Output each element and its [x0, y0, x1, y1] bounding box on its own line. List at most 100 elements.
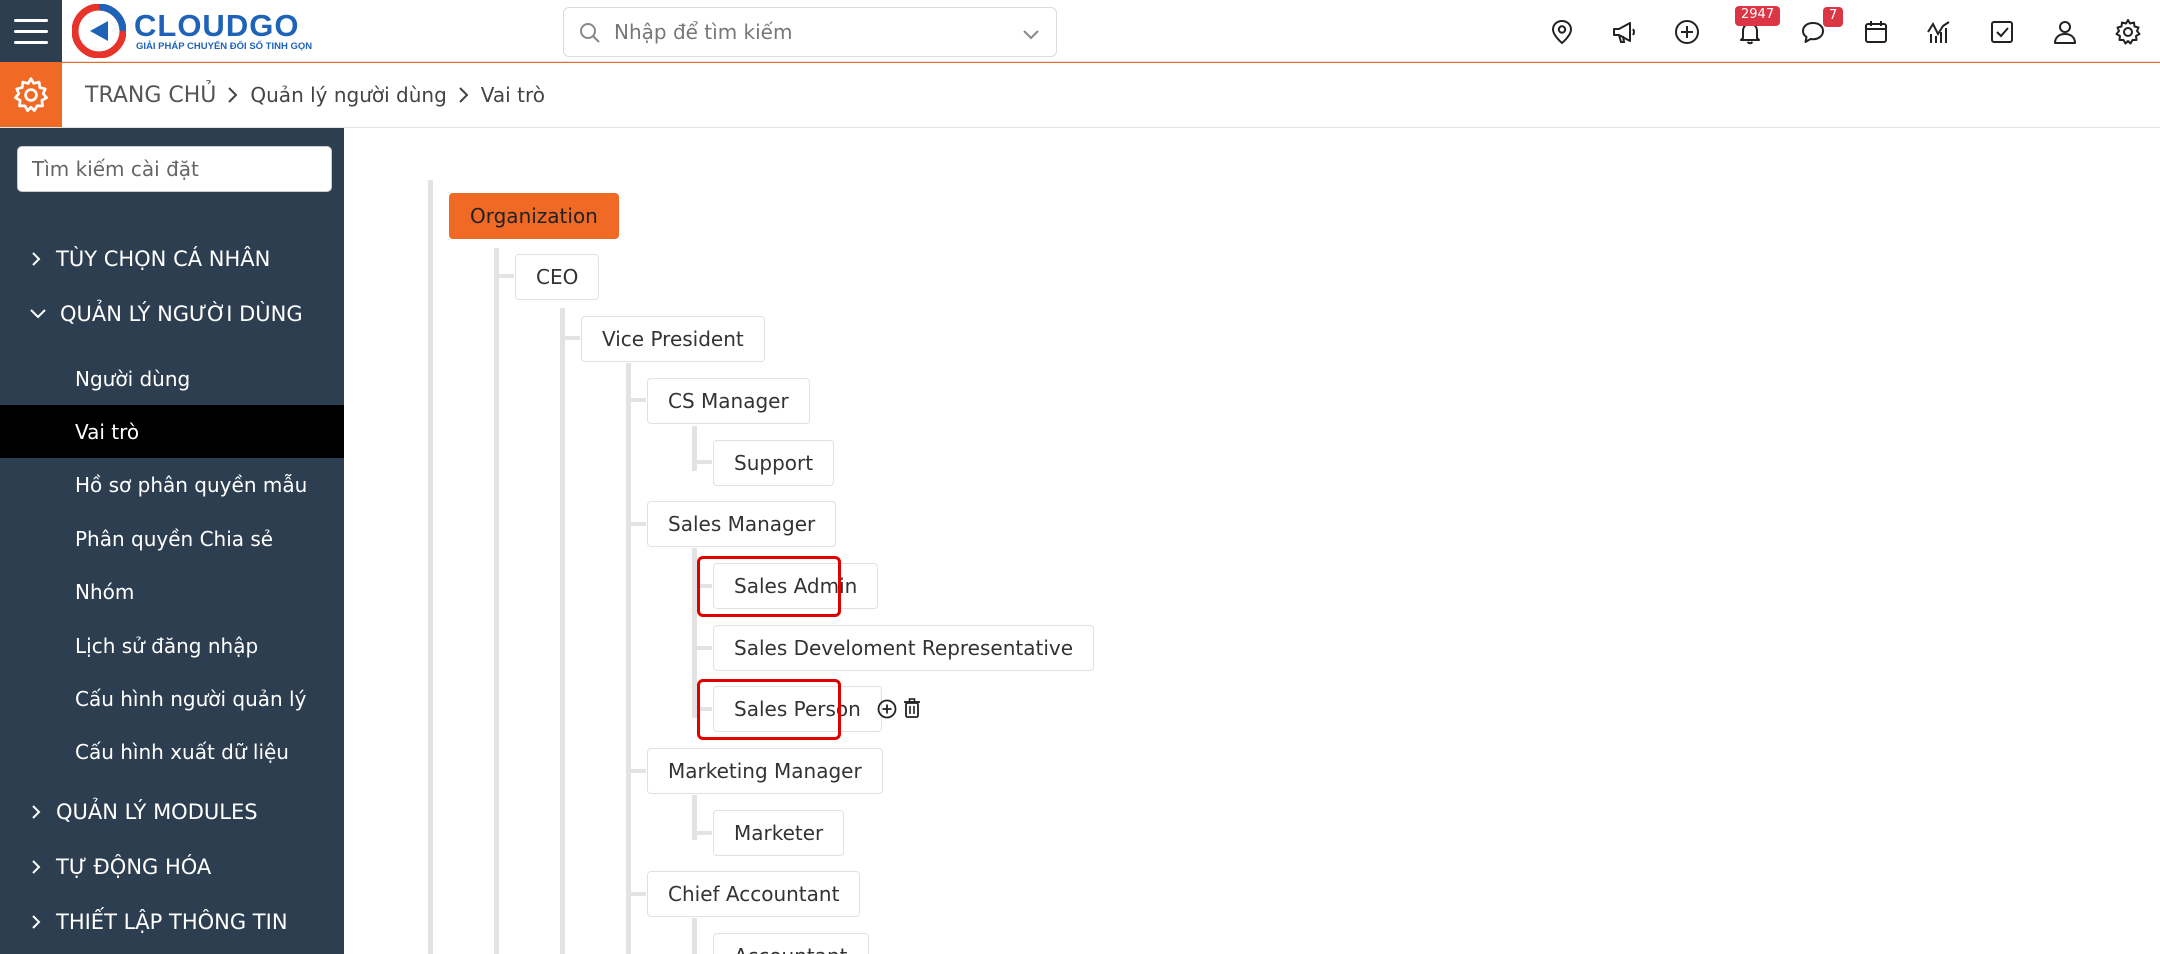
search-icon	[580, 23, 600, 43]
sidebar-section-personal-options[interactable]: TÙY CHỌN CÁ NHÂN	[0, 234, 344, 284]
role-tree-panel: Organization CEO Vice President CS Manag…	[344, 128, 2160, 954]
checkbox-icon[interactable]	[1988, 18, 2016, 46]
breadcrumb-current-page: Vai trò	[480, 83, 545, 107]
role-node-sales-development-rep[interactable]: Sales Develoment Representative	[713, 625, 1095, 671]
role-node-sales-manager[interactable]: Sales Manager	[647, 501, 837, 547]
chevron-right-icon	[32, 805, 41, 819]
add-child-role-icon[interactable]	[876, 698, 898, 720]
sidebar-section-label: QUẢN LÝ NGƯỜI DÙNG	[60, 302, 303, 326]
breadcrumb: TRANG CHỦ Quản lý người dùng Vai trò	[85, 63, 545, 127]
sidebar-item-label: Vai trò	[75, 419, 140, 444]
sidebar-item-manager-config[interactable]: Cấu hình người quản lý	[0, 672, 344, 725]
sidebar-section-info-setup[interactable]: THIẾT LẬP THÔNG TIN	[0, 897, 344, 947]
breadcrumb-home-link[interactable]: TRANG CHỦ	[85, 83, 216, 108]
sidebar-item-label: Nhóm	[75, 579, 135, 604]
menu-icon-bar	[14, 29, 48, 33]
tree-connector	[626, 398, 646, 402]
gear-icon	[14, 77, 48, 112]
brand-name: CLOUDGO	[134, 8, 300, 43]
map-pin-icon[interactable]	[1548, 18, 1576, 46]
sidebar-item-groups[interactable]: Nhóm	[0, 565, 344, 618]
gear-icon[interactable]	[2114, 18, 2142, 46]
sidebar-item-export-config[interactable]: Cấu hình xuất dữ liệu	[0, 725, 344, 778]
cloudgo-logo-icon	[72, 4, 126, 58]
chevron-right-icon	[32, 915, 41, 929]
tree-connector	[626, 363, 631, 954]
tree-connector	[626, 522, 646, 526]
sidebar-item-profiles[interactable]: Hồ sơ phân quyền mẫu	[0, 458, 344, 511]
settings-home-button[interactable]	[0, 63, 62, 127]
chevron-right-icon	[228, 87, 238, 103]
sidebar-item-sharing-rules[interactable]: Phân quyền Chia sẻ	[0, 512, 344, 565]
global-search[interactable]	[563, 7, 1057, 57]
menu-toggle-button[interactable]	[0, 0, 62, 62]
tree-connector	[560, 336, 580, 340]
chevron-right-icon	[32, 252, 41, 266]
sidebar-section-modules[interactable]: QUẢN LÝ MODULES	[0, 787, 344, 837]
role-node-marketing-manager[interactable]: Marketing Manager	[647, 748, 883, 794]
plus-circle-icon[interactable]	[1673, 18, 1701, 46]
sidebar-section-label: TỰ ĐỘNG HÓA	[56, 855, 212, 879]
top-header: CLOUDGO GIẢI PHÁP CHUYỂN ĐỔI SỐ TINH GỌN…	[0, 0, 2160, 62]
chevron-down-icon[interactable]	[1020, 23, 1042, 45]
global-search-input[interactable]	[614, 17, 994, 47]
brand-tagline: GIẢI PHÁP CHUYỂN ĐỔI SỐ TINH GỌN	[136, 41, 313, 52]
tree-connector	[692, 460, 712, 464]
chart-icon[interactable]	[1925, 18, 1953, 46]
tree-connector	[692, 548, 697, 718]
role-node-chief-accountant[interactable]: Chief Accountant	[647, 871, 861, 917]
tree-connector	[626, 892, 646, 896]
role-node-cs-manager[interactable]: CS Manager	[647, 378, 810, 424]
notifications-badge: 2947	[1735, 6, 1781, 26]
settings-sidebar: TÙY CHỌN CÁ NHÂN QUẢN LÝ NGƯỜI DÙNG Ngườ…	[0, 128, 344, 954]
tree-connector	[692, 584, 712, 588]
settings-search[interactable]	[17, 146, 332, 192]
sidebar-item-users[interactable]: Người dùng	[0, 352, 344, 405]
sidebar-item-login-history[interactable]: Lịch sử đăng nhập	[0, 619, 344, 672]
role-node-ceo[interactable]: CEO	[515, 254, 600, 300]
user-icon[interactable]	[2051, 18, 2079, 46]
tree-connector	[692, 707, 712, 711]
tree-connector	[692, 646, 712, 650]
sidebar-item-label: Lịch sử đăng nhập	[75, 633, 259, 658]
role-node-sales-admin[interactable]: Sales Admin	[713, 563, 879, 609]
sidebar-section-user-management[interactable]: QUẢN LÝ NGƯỜI DÙNG	[0, 289, 344, 339]
role-node-support[interactable]: Support	[713, 440, 835, 486]
role-node-marketer[interactable]: Marketer	[713, 810, 845, 856]
menu-icon-bar	[14, 40, 48, 44]
role-node-accountant[interactable]: Accountant	[713, 933, 869, 954]
sidebar-section-label: THIẾT LẬP THÔNG TIN	[56, 910, 288, 934]
messages-badge: 7	[1823, 7, 1844, 27]
role-node-sales-person[interactable]: Sales Person	[713, 686, 882, 732]
menu-icon-bar	[14, 18, 48, 22]
chevron-down-icon	[30, 309, 46, 319]
sidebar-section-label: QUẢN LÝ MODULES	[56, 800, 258, 824]
tree-connector	[494, 248, 499, 954]
sidebar-item-label: Người dùng	[75, 366, 191, 391]
chevron-right-icon	[459, 87, 469, 103]
tree-connector	[626, 769, 646, 773]
role-node-organization[interactable]: Organization	[449, 193, 619, 239]
tree-connector	[692, 831, 712, 835]
settings-search-input[interactable]	[18, 147, 331, 191]
chevron-right-icon	[32, 860, 41, 874]
breadcrumb-bar: TRANG CHỦ Quản lý người dùng Vai trò	[0, 62, 2160, 128]
sidebar-item-roles[interactable]: Vai trò	[0, 405, 344, 458]
sidebar-item-label: Phân quyền Chia sẻ	[75, 526, 274, 551]
tree-connector	[692, 918, 697, 954]
role-node-vice-president[interactable]: Vice President	[581, 316, 765, 362]
brand-logo[interactable]: CLOUDGO GIẢI PHÁP CHUYỂN ĐỔI SỐ TINH GỌN	[72, 4, 312, 58]
sidebar-item-label: Cấu hình người quản lý	[75, 686, 307, 711]
sidebar-section-label: TÙY CHỌN CÁ NHÂN	[56, 247, 271, 271]
megaphone-icon[interactable]	[1610, 18, 1638, 46]
sidebar-item-label: Hồ sơ phân quyền mẫu	[75, 472, 308, 497]
tree-connector	[560, 308, 565, 954]
sidebar-item-label: Cấu hình xuất dữ liệu	[75, 739, 289, 764]
tree-connector	[692, 426, 697, 471]
tree-connector	[494, 274, 514, 278]
sidebar-section-automation[interactable]: TỰ ĐỘNG HÓA	[0, 842, 344, 892]
calendar-icon[interactable]	[1862, 18, 1890, 46]
tree-connector	[428, 180, 433, 954]
breadcrumb-user-management-link[interactable]: Quản lý người dùng	[250, 83, 446, 107]
delete-role-icon[interactable]	[901, 697, 923, 719]
